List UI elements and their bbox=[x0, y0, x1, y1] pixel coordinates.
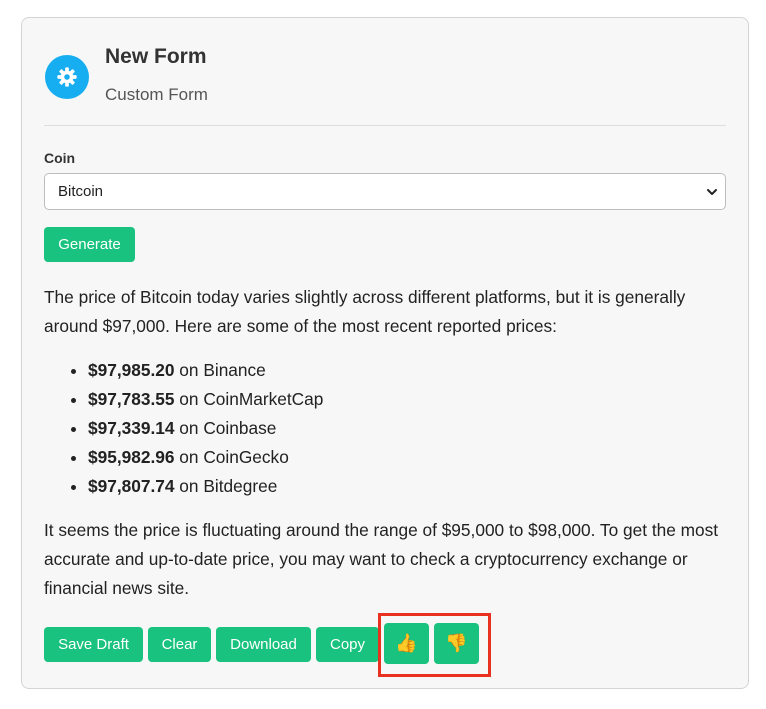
price-item: $97,985.20 on Binance bbox=[88, 356, 734, 385]
result-conclusion: It seems the price is fluctuating around… bbox=[44, 520, 719, 598]
result-content: The price of Bitcoin today varies slight… bbox=[44, 283, 734, 603]
chevron-down-icon bbox=[706, 185, 718, 202]
price-item: $97,783.55 on CoinMarketCap bbox=[88, 385, 734, 414]
save-draft-button[interactable]: Save Draft bbox=[44, 627, 143, 662]
form-card: New Form Custom Form Coin Bitcoin Genera… bbox=[21, 17, 749, 689]
coin-select-value: Bitcoin bbox=[58, 183, 104, 200]
price-item: $97,807.74 on Bitdegree bbox=[88, 472, 734, 501]
price-item: $97,339.14 on Coinbase bbox=[88, 414, 734, 443]
coin-select[interactable]: Bitcoin bbox=[44, 173, 726, 210]
form-header: New Form Custom Form bbox=[44, 42, 726, 126]
coin-label: Coin bbox=[44, 150, 76, 166]
price-value: $97,807.74 bbox=[88, 476, 175, 496]
price-list: $97,985.20 on Binance $97,783.55 on Coin… bbox=[44, 356, 734, 501]
copy-button[interactable]: Copy bbox=[316, 627, 379, 662]
generate-button[interactable]: Generate bbox=[44, 227, 135, 262]
price-source: on Coinbase bbox=[174, 418, 277, 438]
feedback-highlight bbox=[378, 613, 491, 677]
download-button[interactable]: Download bbox=[216, 627, 311, 662]
price-item: $95,982.96 on CoinGecko bbox=[88, 443, 734, 472]
clear-button[interactable]: Clear bbox=[148, 627, 211, 662]
form-title: New Form bbox=[105, 45, 207, 68]
price-value: $97,985.20 bbox=[88, 360, 175, 380]
price-value: $95,982.96 bbox=[88, 447, 175, 467]
price-source: on CoinMarketCap bbox=[174, 389, 324, 409]
result-intro: The price of Bitcoin today varies slight… bbox=[44, 287, 686, 336]
price-source: on Bitdegree bbox=[174, 476, 278, 496]
price-value: $97,339.14 bbox=[88, 418, 175, 438]
price-source: on CoinGecko bbox=[174, 447, 289, 467]
form-subtitle: Custom Form bbox=[105, 85, 208, 104]
gear-icon bbox=[45, 55, 89, 99]
price-source: on Binance bbox=[174, 360, 266, 380]
price-value: $97,783.55 bbox=[88, 389, 175, 409]
